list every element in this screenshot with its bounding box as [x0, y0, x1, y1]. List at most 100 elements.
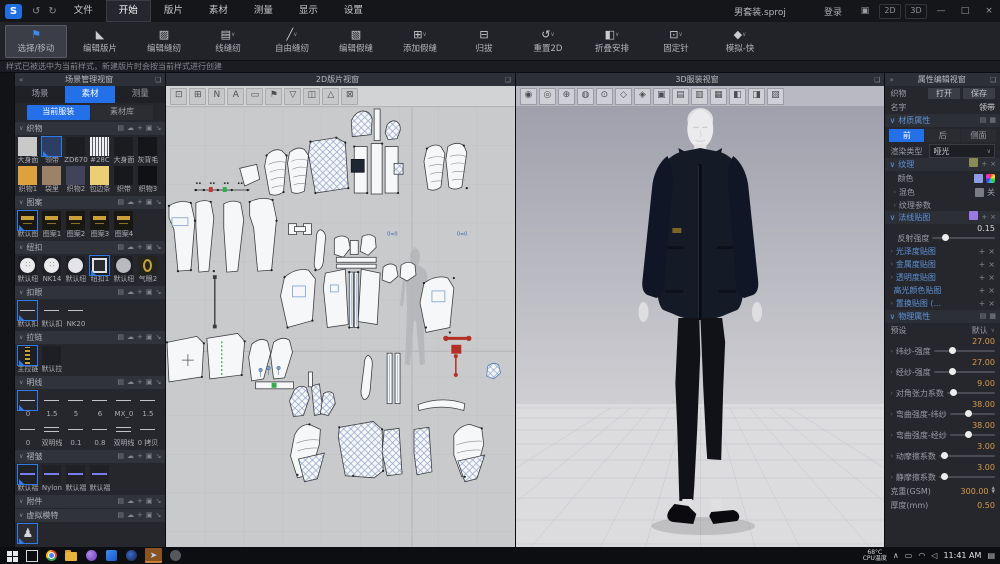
chrome-icon[interactable]: [45, 549, 58, 562]
copy-icon[interactable]: ▣: [146, 331, 153, 344]
cloud-icon[interactable]: ☁: [127, 495, 134, 508]
popout-icon[interactable]: ❏: [990, 76, 996, 84]
add-icon[interactable]: +: [137, 241, 143, 254]
folder-icon[interactable]: ▤: [117, 122, 124, 135]
expand-icon[interactable]: ↘: [155, 509, 161, 522]
flag-tool-icon[interactable]: ⚑: [265, 88, 282, 105]
scene-tab[interactable]: 场景: [15, 86, 65, 103]
button-swatch[interactable]: 气眼2: [136, 256, 160, 284]
show-internal-icon[interactable]: ▣: [653, 88, 670, 105]
ribbon-tool-button[interactable]: ◣ 编辑版片: [69, 25, 131, 58]
section-attachment-header[interactable]: ∨ 附件 ▤☁+▣↘: [15, 495, 165, 508]
chevron-right-icon[interactable]: ›: [890, 432, 892, 439]
show-cloth-icon[interactable]: ◇: [615, 88, 632, 105]
save-disk-icon[interactable]: ▦: [989, 114, 996, 127]
scene-tab[interactable]: 素材: [65, 86, 115, 103]
copy-icon[interactable]: ▣: [146, 286, 153, 299]
file-explorer-icon[interactable]: [65, 549, 78, 562]
fabric-swatch[interactable]: ZD670: [64, 137, 88, 165]
add-icon[interactable]: +: [979, 273, 986, 282]
undo-icon[interactable]: ↺: [28, 6, 44, 17]
save-disk-icon[interactable]: ▦: [989, 310, 996, 323]
graphic-swatch[interactable]: 图案2: [64, 211, 88, 239]
sync-icon[interactable]: ⊞: [189, 88, 206, 105]
graphic-swatch[interactable]: 图案1: [40, 211, 64, 239]
expand-icon[interactable]: ↘: [155, 376, 161, 389]
section-buttonhole-header[interactable]: ∨ 扣眼 ▤☁+▣↘: [15, 286, 165, 299]
add-icon[interactable]: +: [137, 286, 143, 299]
fabric-swatch[interactable]: 大身面: [112, 137, 136, 165]
fabric-swatch[interactable]: 织带: [112, 166, 136, 194]
open-button[interactable]: 打开: [928, 88, 960, 99]
popout-icon[interactable]: ❏: [874, 76, 880, 84]
name-value[interactable]: 领带: [979, 102, 995, 113]
avatar-thumb[interactable]: [16, 524, 40, 547]
menu-item[interactable]: 开始: [106, 0, 151, 22]
maximize-button[interactable]: □: [954, 0, 976, 22]
avatar-tape-icon[interactable]: ◍: [577, 88, 594, 105]
start-button[interactable]: [5, 549, 18, 562]
add-icon[interactable]: +: [979, 299, 986, 308]
chevron-right-icon[interactable]: ›: [890, 348, 892, 355]
button-swatch[interactable]: NK14: [40, 256, 64, 284]
slider-track[interactable]: [934, 371, 995, 373]
3d-garment-canvas[interactable]: [516, 106, 885, 547]
section-button-header[interactable]: ∨ 纽扣 ▤☁+▣↘: [15, 241, 165, 254]
slider-track[interactable]: [950, 434, 995, 436]
add-icon[interactable]: +: [137, 331, 143, 344]
topstitch-swatch[interactable]: 0: [16, 420, 40, 448]
ribbon-tool-button[interactable]: ↺∨ 重置2D: [517, 25, 579, 58]
shirt-tool-icon[interactable]: ▽: [284, 88, 301, 105]
side-tab[interactable]: 后: [925, 129, 960, 142]
mesh-view-icon[interactable]: ▦: [710, 88, 727, 105]
button-swatch[interactable]: 默认纽: [64, 256, 88, 284]
button-swatch[interactable]: 默认纽: [112, 256, 136, 284]
show-avatar-icon[interactable]: ◉: [520, 88, 537, 105]
zipper-swatch[interactable]: 默认拉: [40, 346, 64, 374]
app-icon-purple[interactable]: [85, 549, 98, 562]
menu-item[interactable]: 文件: [61, 0, 106, 22]
chevron-right-icon[interactable]: ›: [893, 202, 895, 209]
fabric-swatch[interactable]: 织物3: [136, 166, 160, 194]
lasso-tool-icon[interactable]: ⊠: [341, 88, 358, 105]
topstitch-swatch[interactable]: 0.1: [64, 420, 88, 448]
ribbon-tool-button[interactable]: ▧ 编辑假缝: [325, 25, 387, 58]
buttonhole-swatch[interactable]: 默认扣: [16, 301, 40, 329]
fit-map-icon[interactable]: ◧: [729, 88, 746, 105]
copy-icon[interactable]: ▣: [146, 495, 153, 508]
notch-tool-icon[interactable]: △: [322, 88, 339, 105]
pucker-swatch[interactable]: 默认褶: [16, 465, 40, 493]
topstitch-swatch[interactable]: 6: [88, 391, 112, 419]
expand-icon[interactable]: ↘: [155, 241, 161, 254]
fabric-swatch[interactable]: 织物1: [16, 166, 40, 194]
folder-icon[interactable]: ▤: [117, 241, 124, 254]
folder-icon[interactable]: ▤: [117, 450, 124, 463]
stress-map-icon[interactable]: ◨: [748, 88, 765, 105]
copy-icon[interactable]: ▣: [146, 241, 153, 254]
menu-item[interactable]: 测量: [241, 0, 286, 22]
cloud-icon[interactable]: ☁: [127, 450, 134, 463]
add-icon[interactable]: +: [981, 158, 987, 171]
save-button[interactable]: 保存: [963, 88, 995, 99]
folder-icon[interactable]: ▤: [117, 196, 124, 209]
button-swatch[interactable]: 纽扣1: [88, 256, 112, 284]
blend-swatch[interactable]: [975, 188, 984, 197]
topstitch-swatch[interactable]: 1.5: [136, 391, 160, 419]
redo-icon[interactable]: ↻: [44, 6, 60, 17]
map-row[interactable]: › 透明度贴图 + ×: [885, 271, 1000, 284]
settings-gear-icon[interactable]: [169, 549, 182, 562]
chevron-right-icon[interactable]: ›: [890, 411, 892, 418]
material-section-header[interactable]: ∨ 材质属性 ▤▦: [885, 114, 1000, 127]
copy-icon[interactable]: ▣: [146, 196, 153, 209]
close-button[interactable]: ×: [978, 0, 1000, 22]
add-icon[interactable]: +: [137, 376, 143, 389]
fabric-swatch[interactable]: 灰背毛: [136, 137, 160, 165]
chevron-right-icon[interactable]: ›: [890, 369, 892, 376]
scene-tab[interactable]: 测量: [115, 86, 165, 103]
texture-swatch[interactable]: [969, 158, 978, 167]
popout-icon[interactable]: ❏: [155, 76, 161, 84]
ribbon-tool-button[interactable]: ⊟ 归拔: [453, 25, 515, 58]
section-zipper-header[interactable]: ∨ 拉链 ▤☁+▣↘: [15, 331, 165, 344]
app-icon-blue[interactable]: [105, 549, 118, 562]
fabric-swatch[interactable]: 包边条: [88, 166, 112, 194]
